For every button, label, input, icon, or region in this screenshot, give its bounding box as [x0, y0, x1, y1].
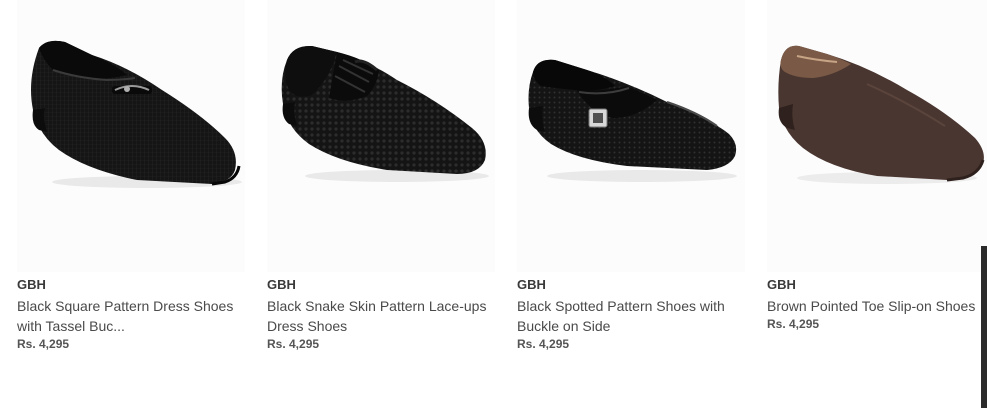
product-title[interactable]: Brown Pointed Toe Slip-on Shoes	[767, 296, 987, 316]
vertical-scrollbar[interactable]	[981, 246, 987, 408]
black-square-pattern-shoe-image	[31, 40, 242, 188]
product-image[interactable]	[267, 0, 495, 272]
product-card[interactable]: GBH Black Square Pattern Dress Shoes wit…	[17, 0, 245, 360]
product-brand[interactable]: GBH	[17, 277, 46, 292]
product-title[interactable]: Black Square Pattern Dress Shoes with Ta…	[17, 296, 253, 336]
product-price: Rs. 4,295	[17, 337, 70, 351]
product-brand[interactable]: GBH	[767, 277, 796, 292]
black-spotted-buckle-shoe-image	[528, 59, 737, 182]
black-snake-skin-lace-up-shoe-image	[281, 45, 489, 182]
brown-slip-on-shoe-image	[778, 45, 985, 184]
product-brand[interactable]: GBH	[267, 277, 296, 292]
product-card[interactable]: GBH Black Spotted Pattern Shoes with Buc…	[517, 0, 745, 360]
product-price: Rs. 4,295	[767, 317, 820, 331]
product-image[interactable]	[17, 0, 245, 272]
product-title[interactable]: Black Snake Skin Pattern Lace-ups Dress …	[267, 296, 503, 336]
product-card[interactable]: GBH Brown Pointed Toe Slip-on Shoes Rs. …	[767, 0, 987, 360]
product-title[interactable]: Black Spotted Pattern Shoes with Buckle …	[517, 296, 753, 336]
product-image[interactable]	[767, 0, 987, 272]
product-price: Rs. 4,295	[517, 337, 570, 351]
product-brand[interactable]: GBH	[517, 277, 546, 292]
product-price: Rs. 4,295	[267, 337, 320, 351]
product-card[interactable]: GBH Black Snake Skin Pattern Lace-ups Dr…	[267, 0, 495, 360]
product-grid: GBH Black Square Pattern Dress Shoes wit…	[0, 0, 987, 418]
product-image[interactable]	[517, 0, 745, 272]
